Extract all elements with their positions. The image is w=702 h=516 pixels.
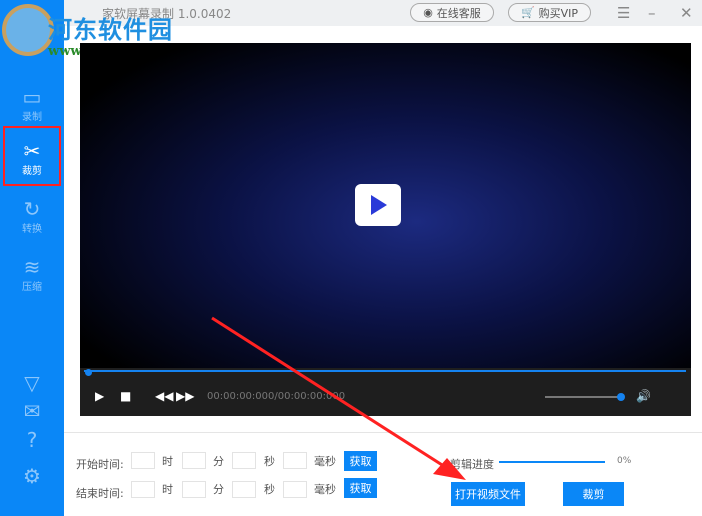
annotation-arrow	[211, 316, 466, 480]
